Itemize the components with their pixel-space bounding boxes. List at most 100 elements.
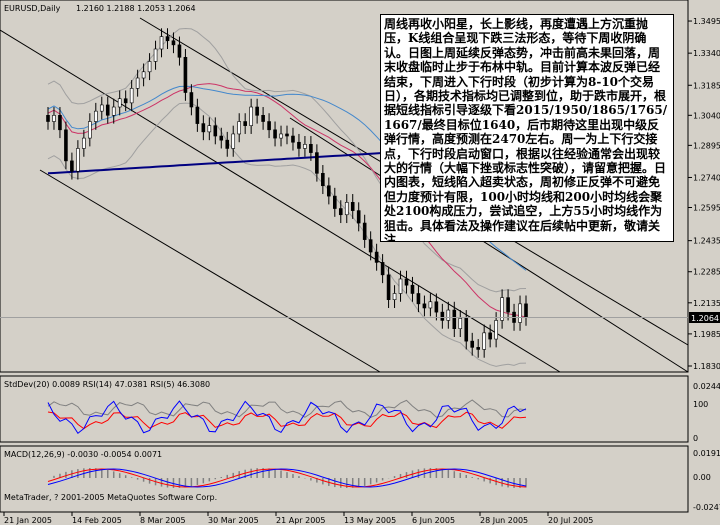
x-tick-label: 8 Mar 2005 [140, 516, 186, 525]
candle-body [488, 332, 492, 340]
candle-body [464, 318, 469, 342]
candle-body [524, 303, 528, 318]
candle-body [64, 129, 68, 162]
candle-body [458, 318, 463, 330]
candle-body [219, 135, 224, 141]
candle-body [249, 106, 253, 126]
candle-body [58, 115, 62, 131]
candle-body [315, 152, 319, 174]
macd-y-tick-label: -0.0247 [693, 503, 720, 512]
candle-body [147, 61, 152, 73]
candle-body [201, 123, 206, 133]
y-tick-label: 1.2740 [693, 173, 720, 182]
x-tick-label: 21 Apr 2005 [276, 516, 325, 525]
candle-body [99, 104, 104, 112]
candle-body [434, 301, 439, 313]
candle-body [76, 148, 80, 172]
candle-body [195, 106, 200, 124]
candle-body [105, 104, 110, 116]
candle-body [392, 293, 397, 301]
candle-body [117, 98, 122, 108]
candle-body [422, 303, 427, 309]
candle-body [291, 135, 295, 143]
candle-body [297, 141, 301, 149]
y-tick-label: 1.2435 [693, 237, 720, 246]
candle-body [52, 115, 56, 122]
macd-y-tick-label: 0.00 [693, 473, 711, 482]
candle-body [189, 92, 194, 108]
candle-body [207, 125, 212, 133]
candle-body [225, 139, 230, 149]
y-tick-label: 1.2285 [693, 268, 720, 277]
candle-body [410, 284, 415, 294]
y-tick-label: 1.1985 [693, 330, 720, 339]
indicator-panel-title: StdDev(20) 0.0089 RSI(14) 47.0381 RSI(5)… [4, 380, 210, 389]
y-tick-label: 1.3340 [693, 49, 720, 58]
candle-body [153, 48, 158, 62]
candle-body [94, 110, 98, 122]
candle-body [123, 98, 128, 104]
candle-body [332, 195, 337, 209]
candle-body [482, 332, 486, 350]
candle-body [476, 347, 481, 350]
indicator-y-tick-label: 0.0244 [693, 382, 720, 391]
candle-body [500, 297, 504, 321]
macd-y-tick-label: 0.0191 [693, 449, 720, 458]
candle-body [428, 301, 433, 309]
candle-body [368, 239, 373, 253]
candle-body [177, 44, 182, 58]
ohlc-readout: 1.2160 1.2188 1.2053 1.2064 [76, 4, 196, 13]
candle-body [183, 56, 188, 93]
x-tick-label: 21 Jan 2005 [4, 516, 52, 525]
candle-body [165, 36, 170, 42]
y-tick-label: 1.3185 [693, 81, 720, 90]
y-tick-label: 1.2135 [693, 299, 720, 308]
candle-body [446, 309, 451, 321]
candle-body [416, 293, 421, 305]
y-tick-label: 1.1830 [693, 362, 720, 371]
candle-body [231, 133, 236, 149]
x-tick-label: 14 Feb 2005 [72, 516, 122, 525]
candle-body [255, 106, 259, 116]
candle-body [82, 137, 86, 149]
candle-body [46, 115, 50, 122]
candle-body [386, 274, 391, 301]
candle-body [159, 36, 164, 50]
indicator-y-tick-label: 100 [693, 400, 708, 409]
last-price-label: 1.2064 [691, 314, 719, 323]
candle-body [404, 278, 409, 286]
candle-body [327, 185, 331, 197]
candle-body [135, 77, 140, 89]
candle-body [243, 121, 247, 126]
candle-body [267, 121, 271, 131]
x-tick-label: 13 May 2005 [344, 516, 396, 525]
main-chart-title: EURUSD,Daily [4, 4, 61, 13]
candle-body [362, 222, 367, 240]
y-tick-label: 1.2595 [693, 204, 720, 213]
candle-body [506, 297, 510, 313]
candle-body [470, 340, 475, 348]
candle-body [237, 121, 241, 135]
candle-body [398, 278, 403, 294]
candle-body [213, 125, 218, 137]
x-tick-label: 28 Jun 2005 [480, 516, 528, 525]
candle-body [440, 311, 445, 321]
candle-body [518, 303, 522, 323]
x-tick-label: 30 Mar 2005 [208, 516, 259, 525]
metatrader-chart-window: EURUSD,Daily 1.2160 1.2188 1.2053 1.2064… [0, 0, 720, 525]
y-tick-label: 1.3040 [693, 111, 720, 120]
candle-body [452, 309, 457, 330]
candle-body [380, 262, 385, 276]
candle-body [338, 208, 343, 216]
candle-body [273, 129, 277, 139]
candle-body [350, 202, 355, 211]
candle-body [344, 202, 349, 216]
candle-body [141, 71, 146, 79]
indicator-y-tick-label: 0 [693, 434, 698, 443]
x-tick-label: 20 Jul 2005 [548, 516, 593, 525]
candle-body [494, 320, 498, 340]
candle-body [374, 251, 379, 263]
candle-body [356, 210, 361, 224]
candle-body [303, 144, 307, 149]
y-tick-label: 1.3495 [693, 17, 720, 26]
